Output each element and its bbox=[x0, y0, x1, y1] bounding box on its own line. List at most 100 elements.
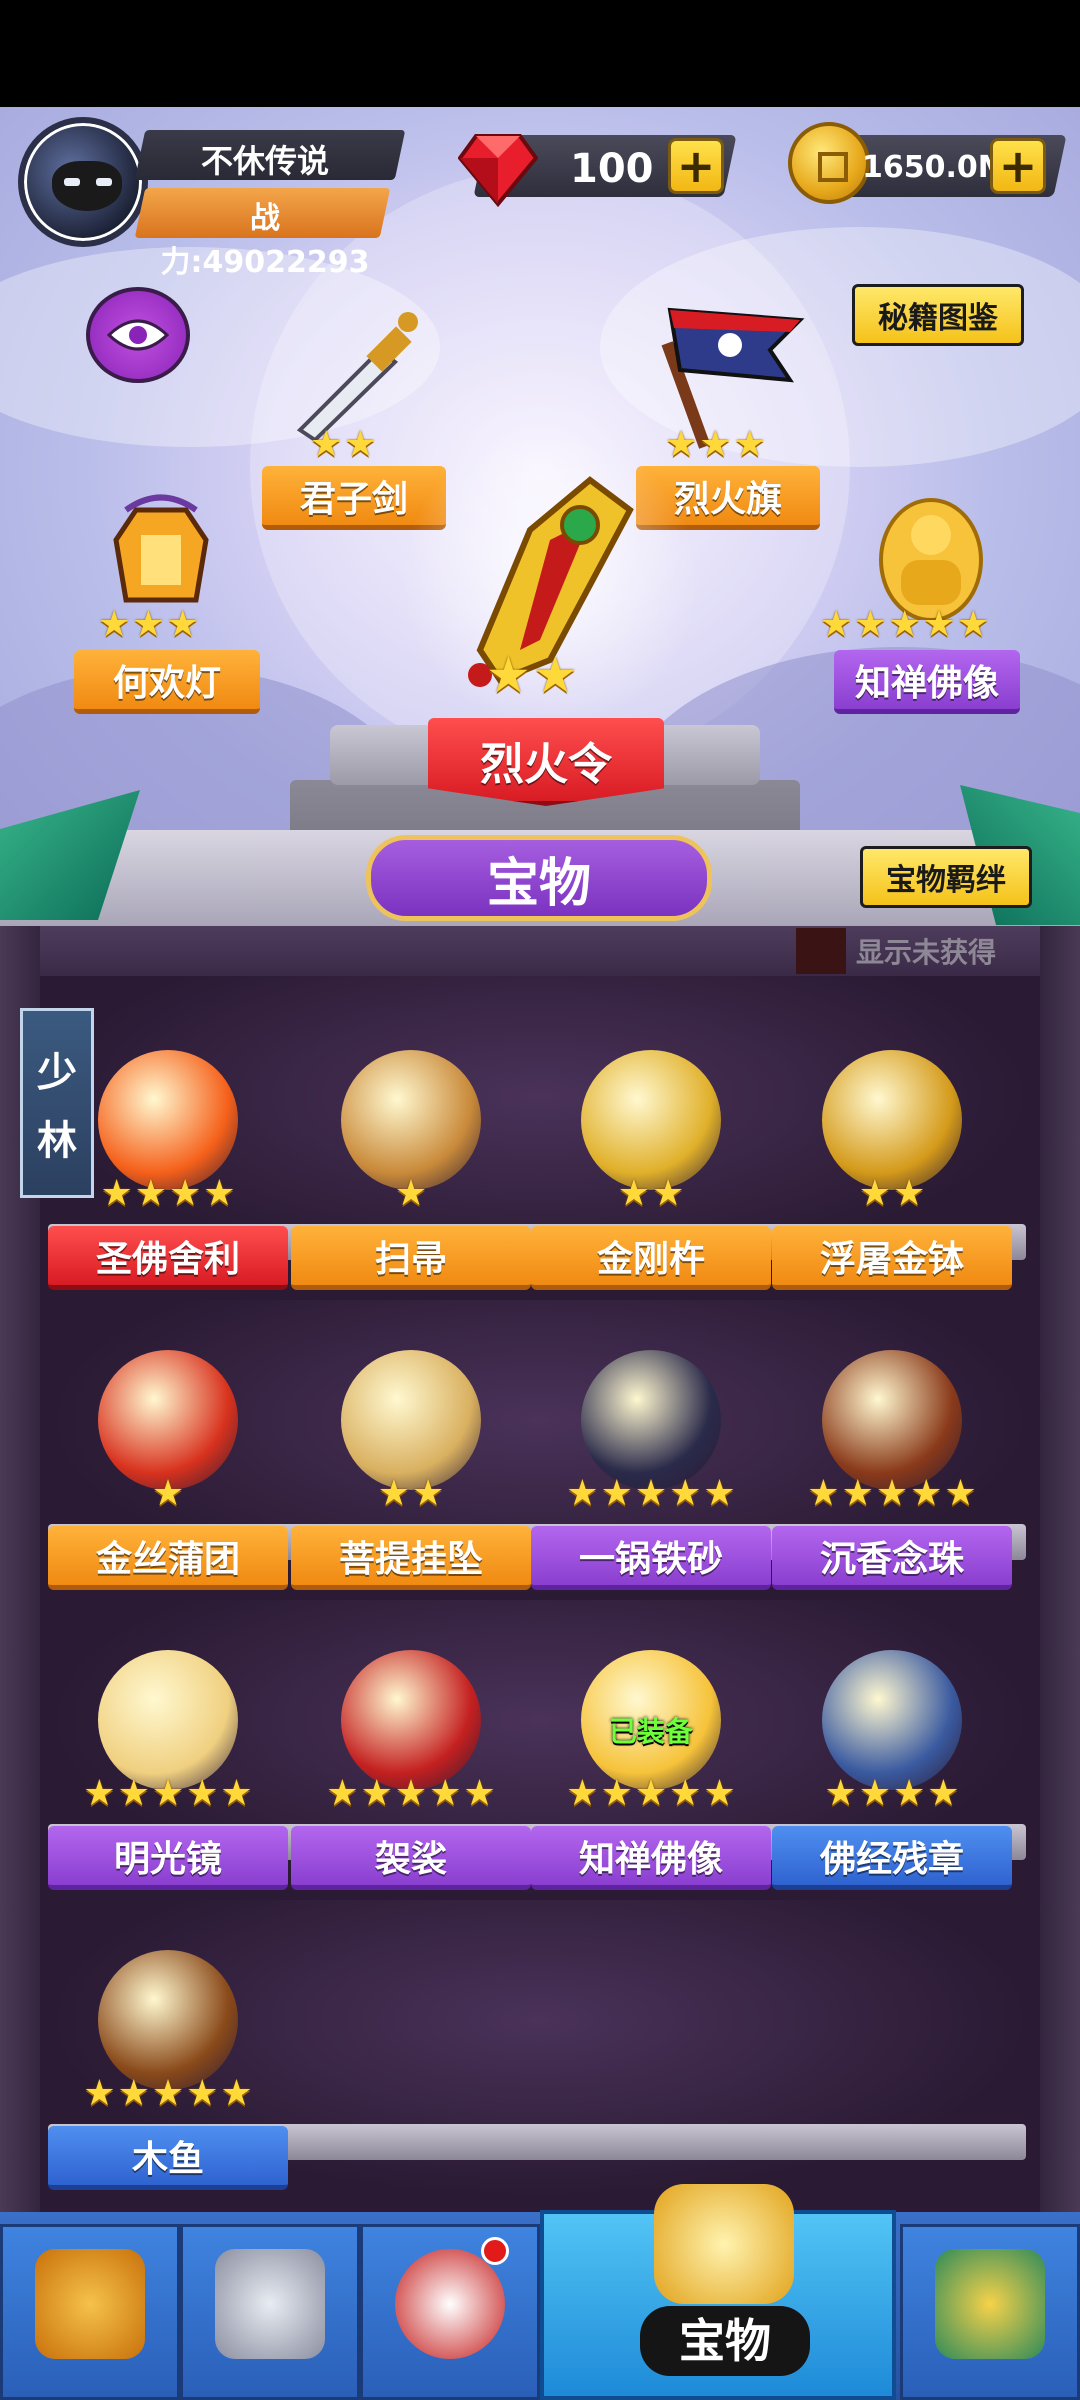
star-icon: ★ bbox=[824, 1773, 857, 1814]
star-icon: ★ bbox=[858, 1173, 891, 1214]
showcase-label-2[interactable]: 何欢灯 bbox=[74, 650, 260, 714]
treasure-icon bbox=[822, 1650, 962, 1790]
star-icon: ★ bbox=[566, 1473, 599, 1514]
treasure-icon bbox=[822, 1350, 962, 1490]
treasure-name: 金刚杵 bbox=[531, 1226, 771, 1290]
star-icon: ★ bbox=[944, 1473, 977, 1514]
star-rating: ★ ★ ★ ★ bbox=[48, 1176, 288, 1212]
star-icon: ★ bbox=[203, 1173, 236, 1214]
star-icon: ★ bbox=[600, 1773, 633, 1814]
treasure-slot[interactable]: ★ 金丝蒲团 bbox=[48, 1350, 288, 1620]
star-icon: ★ bbox=[669, 1773, 702, 1814]
nav-active-label: 宝物 bbox=[640, 2306, 810, 2376]
scroll-icon bbox=[654, 2184, 794, 2304]
treasure-name: 佛经残章 bbox=[772, 1826, 1012, 1890]
star-icon: ★ bbox=[669, 1473, 702, 1514]
star-icon: ★ bbox=[927, 1773, 960, 1814]
star-icon: ★ bbox=[463, 1773, 496, 1814]
treasure-icon bbox=[98, 1950, 238, 2090]
star-rating: ★ bbox=[291, 1176, 531, 1212]
nav-tab-equipment[interactable] bbox=[180, 2224, 360, 2400]
treasure-slot[interactable]: ★ ★ 浮屠金钵 bbox=[772, 1050, 1012, 1320]
star-rating: ★ ★ ★ ★ bbox=[772, 1776, 1012, 1812]
coin-icon bbox=[788, 122, 870, 204]
gate-icon bbox=[935, 2249, 1045, 2359]
treasure-icon bbox=[98, 1650, 238, 1790]
treasure-slot[interactable]: ★ ★ ★ ★ ★ 一锅铁砂 bbox=[531, 1350, 771, 1620]
treasure-icon bbox=[341, 1050, 481, 1190]
player-avatar[interactable] bbox=[18, 117, 148, 247]
nav-tab-gate[interactable] bbox=[900, 2224, 1080, 2400]
star-rating: ★ ★ ★ ★ ★ bbox=[291, 1776, 531, 1812]
star-icon: ★ bbox=[377, 1473, 410, 1514]
equipped-badge: 已装备 bbox=[608, 1715, 693, 1748]
star-icon: ★ bbox=[134, 1173, 167, 1214]
treasure-slot[interactable]: ★ 扫帚 bbox=[291, 1050, 531, 1320]
add-gems-button[interactable]: + bbox=[668, 138, 724, 194]
power-value: 49022293 bbox=[202, 245, 370, 280]
treasure-bond-button[interactable]: 宝物羁绊 bbox=[860, 846, 1032, 908]
treasure-name: 一锅铁砂 bbox=[531, 1526, 771, 1590]
combat-power: 战力:49022293 bbox=[150, 193, 380, 281]
treasure-name: 木鱼 bbox=[48, 2126, 288, 2190]
star-icon: ★ bbox=[858, 1773, 891, 1814]
star-icon: ★ bbox=[151, 1773, 185, 1814]
treasure-slot[interactable]: ★ ★ ★ ★ ★ 木鱼 bbox=[48, 1950, 288, 2220]
show-unowned-label: 显示未获得 bbox=[856, 936, 997, 969]
buddha-statue-icon[interactable] bbox=[866, 490, 996, 620]
star-icon: ★ bbox=[394, 1173, 428, 1214]
codex-button[interactable]: 秘籍图鉴 bbox=[852, 284, 1024, 346]
star-icon: ★ bbox=[634, 1773, 668, 1814]
star-icon: ★ bbox=[394, 1773, 428, 1814]
treasure-slot[interactable]: ★ ★ ★ ★ ★ 明光镜 bbox=[48, 1650, 288, 1920]
treasure-name: 金丝蒲团 bbox=[48, 1526, 288, 1590]
flag-stars: ★ ★ ★ bbox=[665, 424, 766, 465]
star-rating: ★ ★ ★ ★ ★ bbox=[48, 1776, 288, 1812]
show-unowned-checkbox[interactable] bbox=[796, 928, 846, 974]
selected-stars: ★ ★ bbox=[486, 646, 578, 704]
showcase-label-3[interactable]: 知禅佛像 bbox=[834, 650, 1020, 714]
view-toggle-button[interactable] bbox=[86, 287, 190, 383]
treasure-slot[interactable]: 已装备 ★ ★ ★ ★ ★ 知禅佛像 bbox=[531, 1650, 771, 1920]
treasure-slot[interactable]: ★ ★ ★ ★ 佛经残章 bbox=[772, 1650, 1012, 1920]
sword-stars: ★ ★ bbox=[310, 424, 377, 465]
star-icon: ★ bbox=[83, 1773, 116, 1814]
nav-tab-hero[interactable] bbox=[0, 2224, 180, 2400]
show-unowned-toggle[interactable]: 显示未获得 bbox=[796, 928, 1036, 974]
star-icon: ★ bbox=[220, 1773, 253, 1814]
star-icon: ★ bbox=[429, 1773, 462, 1814]
treasure-name: 明光镜 bbox=[48, 1826, 288, 1890]
star-icon: ★ bbox=[151, 1473, 185, 1514]
nav-tab-drum[interactable] bbox=[360, 2224, 540, 2400]
star-rating: ★ ★ ★ ★ ★ bbox=[48, 2076, 288, 2112]
star-icon: ★ bbox=[703, 1473, 736, 1514]
star-icon: ★ bbox=[360, 1773, 393, 1814]
star-icon: ★ bbox=[186, 1773, 219, 1814]
star-icon: ★ bbox=[634, 1473, 668, 1514]
add-coins-button[interactable]: + bbox=[990, 138, 1046, 194]
treasure-slot[interactable]: ★ ★ 金刚杵 bbox=[531, 1050, 771, 1320]
player-name: 不休传说 bbox=[200, 142, 329, 180]
star-icon: ★ bbox=[617, 1173, 650, 1214]
treasure-slot[interactable]: ★ ★ ★ ★ ★ 沉香念珠 bbox=[772, 1350, 1012, 1620]
treasure-slot[interactable]: ★ ★ 菩提挂坠 bbox=[291, 1350, 531, 1620]
treasure-icon bbox=[581, 1350, 721, 1490]
treasure-slot[interactable]: ★ ★ ★ ★ ★ 袈裟 bbox=[291, 1650, 531, 1920]
star-icon: ★ bbox=[151, 2073, 185, 2114]
star-icon: ★ bbox=[186, 2073, 219, 2114]
star-icon: ★ bbox=[100, 1173, 133, 1214]
star-icon: ★ bbox=[117, 2073, 150, 2114]
treasure-icon bbox=[581, 1050, 721, 1190]
lantern-stars: ★ ★ ★ bbox=[98, 604, 199, 645]
lantern-icon[interactable] bbox=[96, 490, 226, 620]
coin-count: 1650.0M bbox=[862, 150, 1008, 185]
star-icon: ★ bbox=[566, 1773, 599, 1814]
statue-stars: ★ ★ ★ ★ ★ bbox=[820, 604, 990, 645]
treasure-slot[interactable]: ★ ★ ★ ★ 圣佛舍利 bbox=[48, 1050, 288, 1320]
selected-treasure-name: 烈火令 bbox=[428, 718, 664, 806]
star-icon: ★ bbox=[893, 1173, 926, 1214]
star-rating: ★ ★ bbox=[772, 1176, 1012, 1212]
notification-dot bbox=[481, 2237, 509, 2265]
star-icon: ★ bbox=[703, 1773, 736, 1814]
treasure-name: 浮屠金钵 bbox=[772, 1226, 1012, 1290]
